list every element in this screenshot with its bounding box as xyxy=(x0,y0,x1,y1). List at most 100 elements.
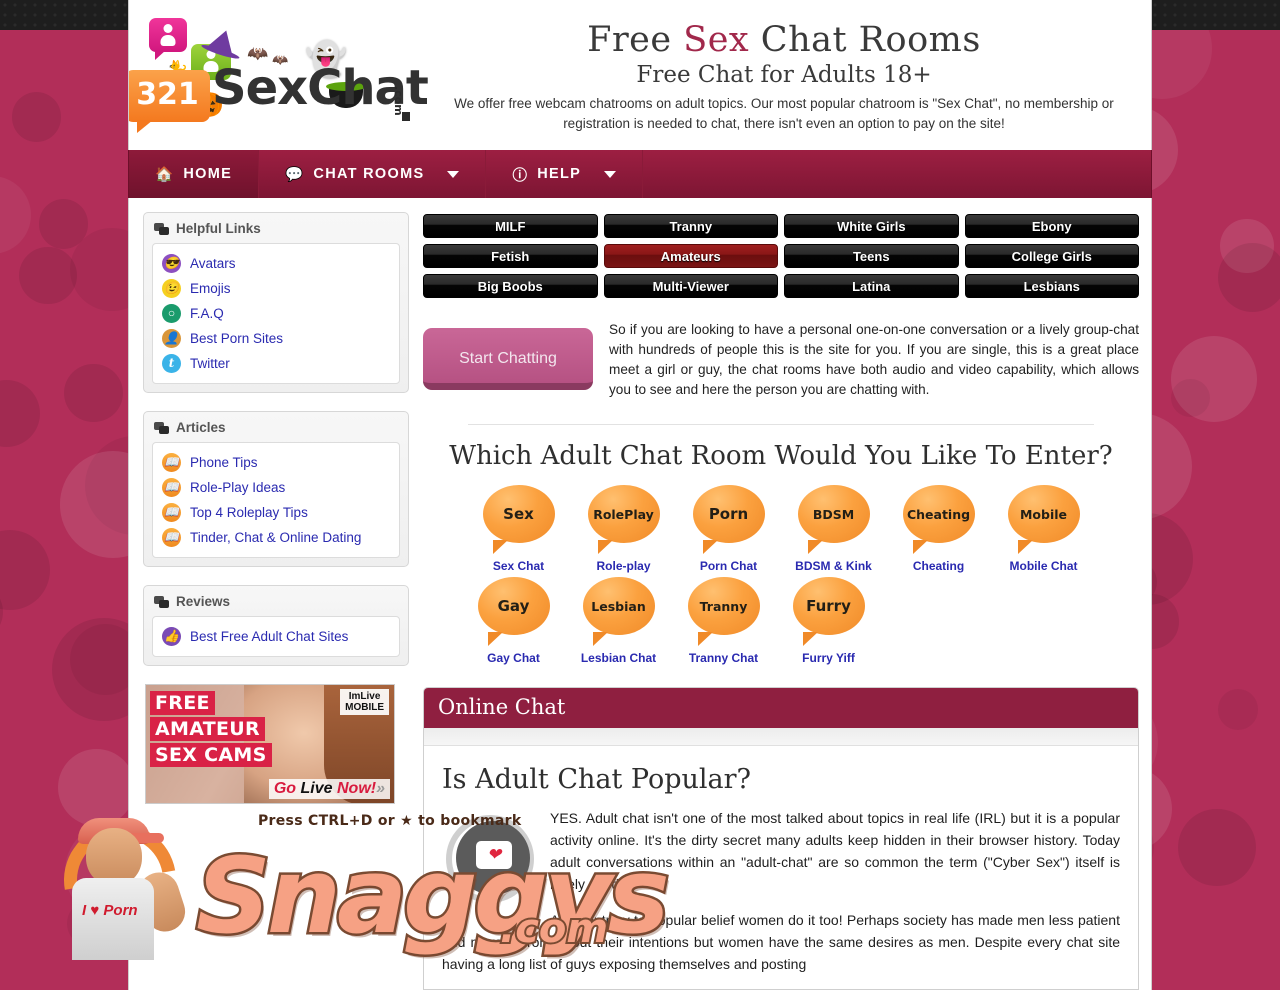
advertisement-banner[interactable]: FREE AMATEUR SEX CAMS ImLive MOBILE Go L… xyxy=(145,684,395,804)
site-logo[interactable]: 🐈 🦇 🦇 👻 🎃 321 SexChat .com xyxy=(129,8,429,142)
chat-bubbles-icon xyxy=(154,421,169,434)
room-furry-yiff[interactable]: Furry Furry Yiff xyxy=(776,577,881,665)
room-gay-chat[interactable]: Gay Gay Chat xyxy=(461,577,566,665)
category-button-multi-viewer[interactable]: Multi-Viewer xyxy=(603,274,778,298)
main-column: MILF Tranny White Girls Ebony Fetish Ama… xyxy=(423,212,1139,990)
room-role-play[interactable]: RolePlay Role-play xyxy=(571,485,676,573)
category-button-fetish[interactable]: Fetish xyxy=(423,244,598,268)
nav-item-label: HOME xyxy=(183,166,233,182)
porn-sites-icon: 👤 xyxy=(162,329,181,348)
widget-body: 😎 Avatars 😉 Emojis ○ F.A.Q 👤 Best Porn Sites… xyxy=(152,243,400,384)
room-sex-chat[interactable]: Sex Sex Chat xyxy=(466,485,571,573)
list-item[interactable]: 👤 Best Porn Sites xyxy=(162,326,390,351)
room-lesbian-chat[interactable]: Lesbian Lesbian Chat xyxy=(566,577,671,665)
sidebar: Helpful Links 😎 Avatars 😉 Emojis ○ F.A.Q 👤 B… xyxy=(143,212,409,990)
category-button-latina[interactable]: Latina xyxy=(784,274,959,298)
list-item[interactable]: 👍 Best Free Adult Chat Sites xyxy=(162,624,390,649)
room-caption: Tranny Chat xyxy=(688,651,759,665)
site-header: 🐈 🦇 🦇 👻 🎃 321 SexChat .com Free Sex Chat… xyxy=(128,0,1152,150)
category-button-milf[interactable]: MILF xyxy=(423,214,598,238)
widget-articles: Articles 📖 Phone Tips 📖 Role-Play Ideas 📖 T… xyxy=(143,411,409,567)
link-twitter[interactable]: Twitter xyxy=(190,356,230,371)
category-button-big-boobs[interactable]: Big Boobs xyxy=(423,274,598,298)
link-tinder-chat-online-dating[interactable]: Tinder, Chat & Online Dating xyxy=(190,530,361,545)
category-button-lesbians[interactable]: Lesbians xyxy=(964,274,1139,298)
start-chatting-button[interactable]: Start Chatting xyxy=(423,328,593,390)
link-top-4-roleplay-tips[interactable]: Top 4 Roleplay Tips xyxy=(190,505,308,520)
link-emojis[interactable]: Emojis xyxy=(190,281,231,296)
room-porn-chat[interactable]: Porn Porn Chat xyxy=(676,485,781,573)
nav-item-home[interactable]: 🏠 HOME xyxy=(129,150,260,198)
widget-reviews: Reviews 👍 Best Free Adult Chat Sites xyxy=(143,585,409,666)
room-cheating[interactable]: Cheating Cheating xyxy=(886,485,991,573)
link-best-free-adult-chat-sites[interactable]: Best Free Adult Chat Sites xyxy=(190,629,348,644)
ad-line-1: FREE xyxy=(150,691,215,715)
category-button-ebony[interactable]: Ebony xyxy=(964,214,1139,238)
room-bubble-label: Sex xyxy=(503,505,534,523)
category-button-white-girls[interactable]: White Girls xyxy=(784,214,959,238)
nav-item-chat-rooms[interactable]: 💬 CHAT ROOMS xyxy=(259,150,487,198)
room-mobile-chat[interactable]: Mobile Mobile Chat xyxy=(991,485,1096,573)
list-item[interactable]: ○ F.A.Q xyxy=(162,301,390,326)
thumbs-up-icon: 👍 xyxy=(162,627,181,646)
category-button-college-girls[interactable]: College Girls xyxy=(964,244,1139,268)
link-phone-tips[interactable]: Phone Tips xyxy=(190,455,258,470)
book-icon: 📖 xyxy=(162,478,181,497)
list-item[interactable]: 📖 Top 4 Roleplay Tips xyxy=(162,500,390,525)
category-button-tranny[interactable]: Tranny xyxy=(603,214,778,238)
list-item[interactable]: 📖 Phone Tips xyxy=(162,450,390,475)
page-title-pre: Free xyxy=(587,20,684,60)
room-bubble-label: RolePlay xyxy=(593,506,654,522)
room-caption: Cheating xyxy=(912,559,965,573)
link-role-play-ideas[interactable]: Role-Play Ideas xyxy=(190,480,285,495)
room-tranny-chat[interactable]: Tranny Tranny Chat xyxy=(671,577,776,665)
page-wrapper: 🐈 🦇 🦇 👻 🎃 321 SexChat .com Free Sex Chat… xyxy=(128,0,1152,990)
rooms-heading: Which Adult Chat Room Would You Like To … xyxy=(449,441,1113,471)
speech-bubble-icon: BDSM xyxy=(797,485,870,554)
room-bdsm-kink[interactable]: BDSM BDSM & Kink xyxy=(781,485,886,573)
room-caption: Role-play xyxy=(596,559,651,573)
page-title-post: Chat Rooms xyxy=(749,20,981,60)
list-item[interactable]: 📖 Role-Play Ideas xyxy=(162,475,390,500)
page-description: We offer free webcam chatrooms on adult … xyxy=(454,96,1114,131)
speech-bubble-icon: Cheating xyxy=(902,485,975,554)
widget-title-label: Articles xyxy=(176,420,226,435)
list-item[interactable]: 📖 Tinder, Chat & Online Dating xyxy=(162,525,390,550)
heart-record-icon: ❤ xyxy=(442,811,538,907)
speech-bubble-icon: Lesbian xyxy=(582,577,655,646)
speech-bubble-icon: RolePlay xyxy=(587,485,660,554)
book-icon: 📖 xyxy=(162,528,181,547)
main-navigation: 🏠 HOME 💬 CHAT ROOMS ⓘ HELP xyxy=(128,150,1152,198)
room-caption: Porn Chat xyxy=(699,559,758,573)
room-bubble-label: Cheating xyxy=(906,506,971,522)
divider xyxy=(468,424,1094,425)
avatar-icon: 😎 xyxy=(162,254,181,273)
ad-line-2: AMATEUR xyxy=(150,717,265,741)
page-title: Free Sex Chat Rooms xyxy=(419,20,1149,60)
link-faq[interactable]: F.A.Q xyxy=(190,306,224,321)
room-caption: Gay Chat xyxy=(487,651,540,665)
speech-bubble-icon: Gay xyxy=(477,577,550,646)
category-button-amateurs[interactable]: Amateurs xyxy=(603,244,778,268)
ad-cta-mid: Live xyxy=(300,780,333,797)
category-button-teens[interactable]: Teens xyxy=(784,244,959,268)
widget-title: Helpful Links xyxy=(154,221,400,236)
article-paragraph-2: And contrary to popular belief women do … xyxy=(442,912,1120,972)
room-caption: BDSM & Kink xyxy=(795,559,872,573)
room-caption: Sex Chat xyxy=(492,559,545,573)
room-caption: Furry Yiff xyxy=(802,651,855,665)
list-item[interactable]: t Twitter xyxy=(162,351,390,376)
info-icon: ⓘ xyxy=(512,167,529,184)
link-best-porn-sites[interactable]: Best Porn Sites xyxy=(190,331,283,346)
online-chat-panel: Online Chat Is Adult Chat Popular? ❤ YES… xyxy=(423,687,1139,990)
logo-321: 321 xyxy=(129,70,210,133)
home-icon: 🏠 xyxy=(155,166,175,183)
ad-line-3: SEX CAMS xyxy=(150,743,272,767)
link-avatars[interactable]: Avatars xyxy=(190,256,236,271)
ad-cta[interactable]: Go Live Now!» xyxy=(268,779,390,799)
list-item[interactable]: 😎 Avatars xyxy=(162,251,390,276)
room-bubble-label: Lesbian xyxy=(591,598,646,614)
list-item[interactable]: 😉 Emojis xyxy=(162,276,390,301)
logo-square-dot xyxy=(402,112,410,121)
nav-item-help[interactable]: ⓘ HELP xyxy=(486,150,644,198)
